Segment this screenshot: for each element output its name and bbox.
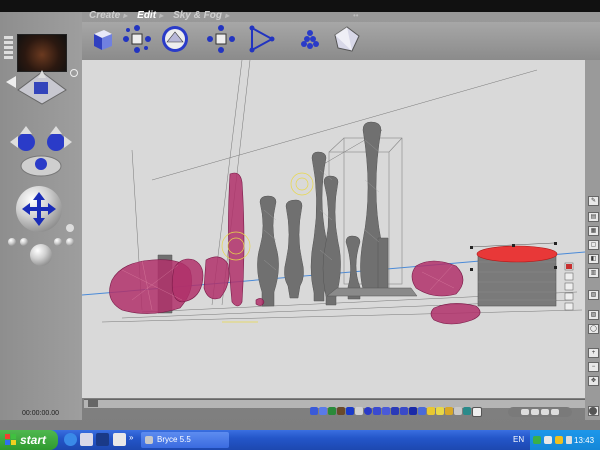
palette-menu: Create ▸ Edit ▸ Sky & Fog ▸: [86, 10, 232, 21]
zoom-in-button[interactable]: [54, 238, 62, 246]
pyramid-select-icon[interactable]: [409, 407, 417, 415]
show-desktop-icon[interactable]: [80, 433, 93, 446]
animation-options-icon[interactable]: [589, 407, 597, 415]
menu-sky-fog[interactable]: Sky & Fog ▸: [170, 10, 232, 21]
render-quality-bar[interactable]: [4, 36, 13, 70]
light-select-icon[interactable]: [427, 407, 435, 415]
right-tool-strip: ✎ ▤ ▦ ▢ ◧ ▥ ▧ ▨ ◯ + − ✥ ◎: [585, 60, 600, 420]
render-mode-icon[interactable]: ◧: [588, 254, 599, 264]
forward-button[interactable]: [541, 409, 549, 415]
materials-icon[interactable]: [332, 24, 362, 54]
bryce-app-icon: [145, 436, 153, 444]
disc-select-icon[interactable]: [418, 407, 426, 415]
menu-arrow-icon: ▸: [224, 11, 229, 20]
scene-viewport[interactable]: [82, 60, 585, 398]
playback-controls: [508, 407, 572, 417]
zoom-in-icon[interactable]: +: [588, 348, 599, 358]
start-button[interactable]: start: [0, 430, 58, 450]
randomize-icon[interactable]: [296, 24, 326, 54]
timeline-scrubber[interactable]: [88, 400, 98, 407]
layer-icon[interactable]: ▧: [588, 290, 599, 300]
language-indicator[interactable]: EN: [513, 435, 524, 444]
align-icon[interactable]: [246, 24, 276, 54]
menu-arrow-icon: ▸: [159, 11, 164, 20]
media-player-icon[interactable]: [96, 433, 109, 446]
display-mode-icon[interactable]: ▤: [588, 212, 599, 222]
reposition-icon[interactable]: [206, 24, 236, 54]
volume-icon[interactable]: [544, 436, 552, 444]
spot-select-icon[interactable]: [436, 407, 444, 415]
sphere-view-icon[interactable]: ◯: [588, 324, 599, 334]
torus-select-icon[interactable]: [400, 407, 408, 415]
path-select-icon[interactable]: [463, 407, 471, 415]
menu-create-label: Create: [89, 10, 121, 21]
internet-explorer-icon[interactable]: [64, 433, 77, 446]
menu-create[interactable]: Create ▸: [86, 10, 130, 21]
camera-view-control[interactable]: [14, 68, 70, 108]
palette-collapse-icon[interactable]: ••: [353, 11, 359, 20]
sphere-select-icon[interactable]: [364, 407, 372, 415]
box-mode-icon[interactable]: ▢: [588, 240, 599, 250]
cylinder-select-icon[interactable]: [382, 407, 390, 415]
brush-tool-icon[interactable]: ✎: [588, 196, 599, 206]
select-icon[interactable]: [310, 407, 318, 415]
security-icon[interactable]: [555, 436, 563, 444]
windows-taskbar: start » Bryce 5.5 EN 13:43: [0, 430, 600, 450]
quick-launch-overflow-icon[interactable]: »: [129, 433, 133, 442]
wireframe-mode-icon[interactable]: ▦: [588, 226, 599, 236]
move-arrows-icon: [22, 192, 56, 226]
selected-cylinder[interactable]: [469, 242, 558, 307]
cone-select-icon[interactable]: [391, 407, 399, 415]
sphere-edit-icon[interactable]: [160, 24, 190, 54]
rotate-icon[interactable]: [122, 24, 152, 54]
grid-icon[interactable]: ▨: [588, 310, 599, 320]
water-select-icon[interactable]: [346, 407, 354, 415]
wireframe-scene: [82, 60, 585, 325]
end-button[interactable]: [551, 409, 559, 415]
terrain-select-icon[interactable]: [328, 407, 336, 415]
taskbar-item-bryce[interactable]: Bryce 5.5: [141, 432, 229, 448]
windows-logo-icon: [5, 434, 16, 445]
cloud-select-icon[interactable]: [355, 407, 363, 415]
depth-cue-icon[interactable]: ▥: [588, 268, 599, 278]
time-display: 00:00:00.00: [22, 410, 59, 417]
zoom-button[interactable]: [20, 238, 28, 246]
start-label: start: [20, 433, 47, 447]
menu-sky-fog-label: Sky & Fog: [173, 10, 222, 21]
select-icon[interactable]: [319, 407, 327, 415]
play-button[interactable]: [531, 409, 539, 415]
rewind-button[interactable]: [521, 409, 529, 415]
group-select-icon[interactable]: [472, 407, 482, 417]
tray-app-icon[interactable]: [566, 436, 572, 444]
zoom-out-button[interactable]: [8, 238, 16, 246]
zoom-out-icon[interactable]: −: [588, 362, 599, 372]
taskbar-item-label: Bryce 5.5: [157, 435, 191, 444]
tree-select-icon[interactable]: [337, 407, 345, 415]
object-attributes-strip[interactable]: [564, 262, 574, 316]
selection-palette: [310, 407, 482, 417]
left-control-panel: [0, 12, 82, 420]
nano-preview[interactable]: [17, 34, 67, 72]
network-icon[interactable]: [533, 436, 541, 444]
menu-edit[interactable]: Edit ▸: [134, 10, 166, 21]
bryce-app-window: Create ▸ Edit ▸ Sky & Fog ▸ •• 00:00:00.00: [0, 0, 600, 430]
pan-icon[interactable]: ✥: [588, 376, 599, 386]
taskbar-clock: 13:43: [574, 436, 595, 445]
menu-edit-label: Edit: [137, 10, 157, 21]
cube-select-icon[interactable]: [373, 407, 381, 415]
menu-arrow-icon: ▸: [123, 11, 128, 20]
radial-select-icon[interactable]: [445, 407, 453, 415]
camera-xz-control[interactable]: [18, 150, 64, 178]
cube-resize-icon[interactable]: [86, 24, 116, 54]
trackball-option-icon[interactable]: [66, 224, 74, 232]
camera-sphere-button[interactable]: [30, 244, 52, 266]
quick-launch-icon[interactable]: [113, 433, 126, 446]
preview-options-icon[interactable]: [70, 69, 78, 77]
field-of-view-button[interactable]: [66, 238, 74, 246]
view-menu-arrow-icon[interactable]: [6, 76, 16, 88]
camera-select-icon[interactable]: [454, 407, 462, 415]
